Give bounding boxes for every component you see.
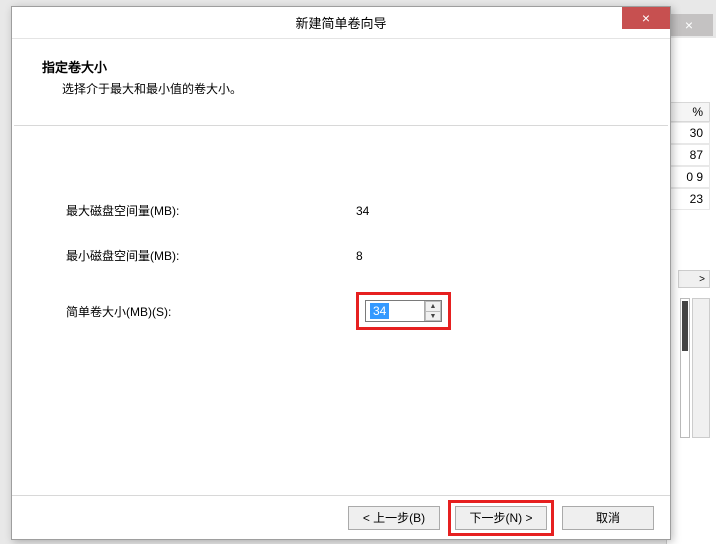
bg-scrollbar-horizontal: > (678, 270, 710, 288)
spinner-up-button[interactable]: ▲ (425, 301, 441, 311)
bg-scrollbar-vertical (692, 298, 710, 438)
bg-cell: 30 (666, 122, 710, 144)
bg-cell: 87 (666, 144, 710, 166)
volume-size-label: 简单卷大小(MB)(S): (66, 303, 356, 320)
next-button-highlight: 下一步(N) > (448, 500, 554, 536)
min-space-label: 最小磁盘空间量(MB): (66, 247, 356, 264)
dialog-title: 新建简单卷向导 (295, 13, 386, 32)
close-button[interactable]: × (622, 7, 670, 29)
volume-size-spinner[interactable]: 34 ▲ ▼ (365, 300, 442, 322)
max-space-label: 最大磁盘空间量(MB): (66, 202, 356, 219)
max-space-row: 最大磁盘空间量(MB): 34 (66, 202, 616, 219)
min-space-value: 8 (356, 249, 363, 263)
next-button[interactable]: 下一步(N) > (455, 506, 547, 530)
volume-size-highlight: 34 ▲ ▼ (356, 292, 451, 330)
page-subheading: 选择介于最大和最小值的卷大小。 (62, 80, 640, 97)
min-space-row: 最小磁盘空间量(MB): 8 (66, 247, 616, 264)
close-icon: × (642, 10, 650, 26)
volume-size-row: 简单卷大小(MB)(S): 34 ▲ ▼ (66, 292, 616, 330)
bg-col-header: % (666, 102, 710, 122)
bg-graph (680, 298, 690, 438)
bg-table: % 30 87 0 9 23 (666, 102, 710, 210)
bg-cell: 0 9 (666, 166, 710, 188)
bg-cell: 23 (666, 188, 710, 210)
dialog-content: 指定卷大小 选择介于最大和最小值的卷大小。 最大磁盘空间量(MB): 34 最小… (12, 39, 670, 539)
cancel-button[interactable]: 取消 (562, 506, 654, 530)
spinner-down-button[interactable]: ▼ (425, 311, 441, 321)
back-button[interactable]: < 上一步(B) (348, 506, 440, 530)
chevron-right-icon: > (695, 274, 709, 285)
volume-size-input[interactable]: 34 (366, 301, 424, 321)
bg-close-button: × (665, 14, 713, 36)
page-heading: 指定卷大小 (42, 57, 640, 76)
spinner-buttons: ▲ ▼ (424, 301, 441, 321)
volume-size-value: 34 (370, 303, 389, 319)
header-section: 指定卷大小 选择介于最大和最小值的卷大小。 (12, 39, 670, 125)
max-space-value: 34 (356, 204, 369, 218)
button-bar: < 上一步(B) 下一步(N) > 取消 (12, 495, 670, 539)
titlebar: 新建简单卷向导 × (12, 7, 670, 39)
close-icon: × (685, 17, 693, 33)
form-area: 最大磁盘空间量(MB): 34 最小磁盘空间量(MB): 8 简单卷大小(MB)… (12, 126, 670, 330)
wizard-dialog: 新建简单卷向导 × 指定卷大小 选择介于最大和最小值的卷大小。 最大磁盘空间量(… (11, 6, 671, 540)
